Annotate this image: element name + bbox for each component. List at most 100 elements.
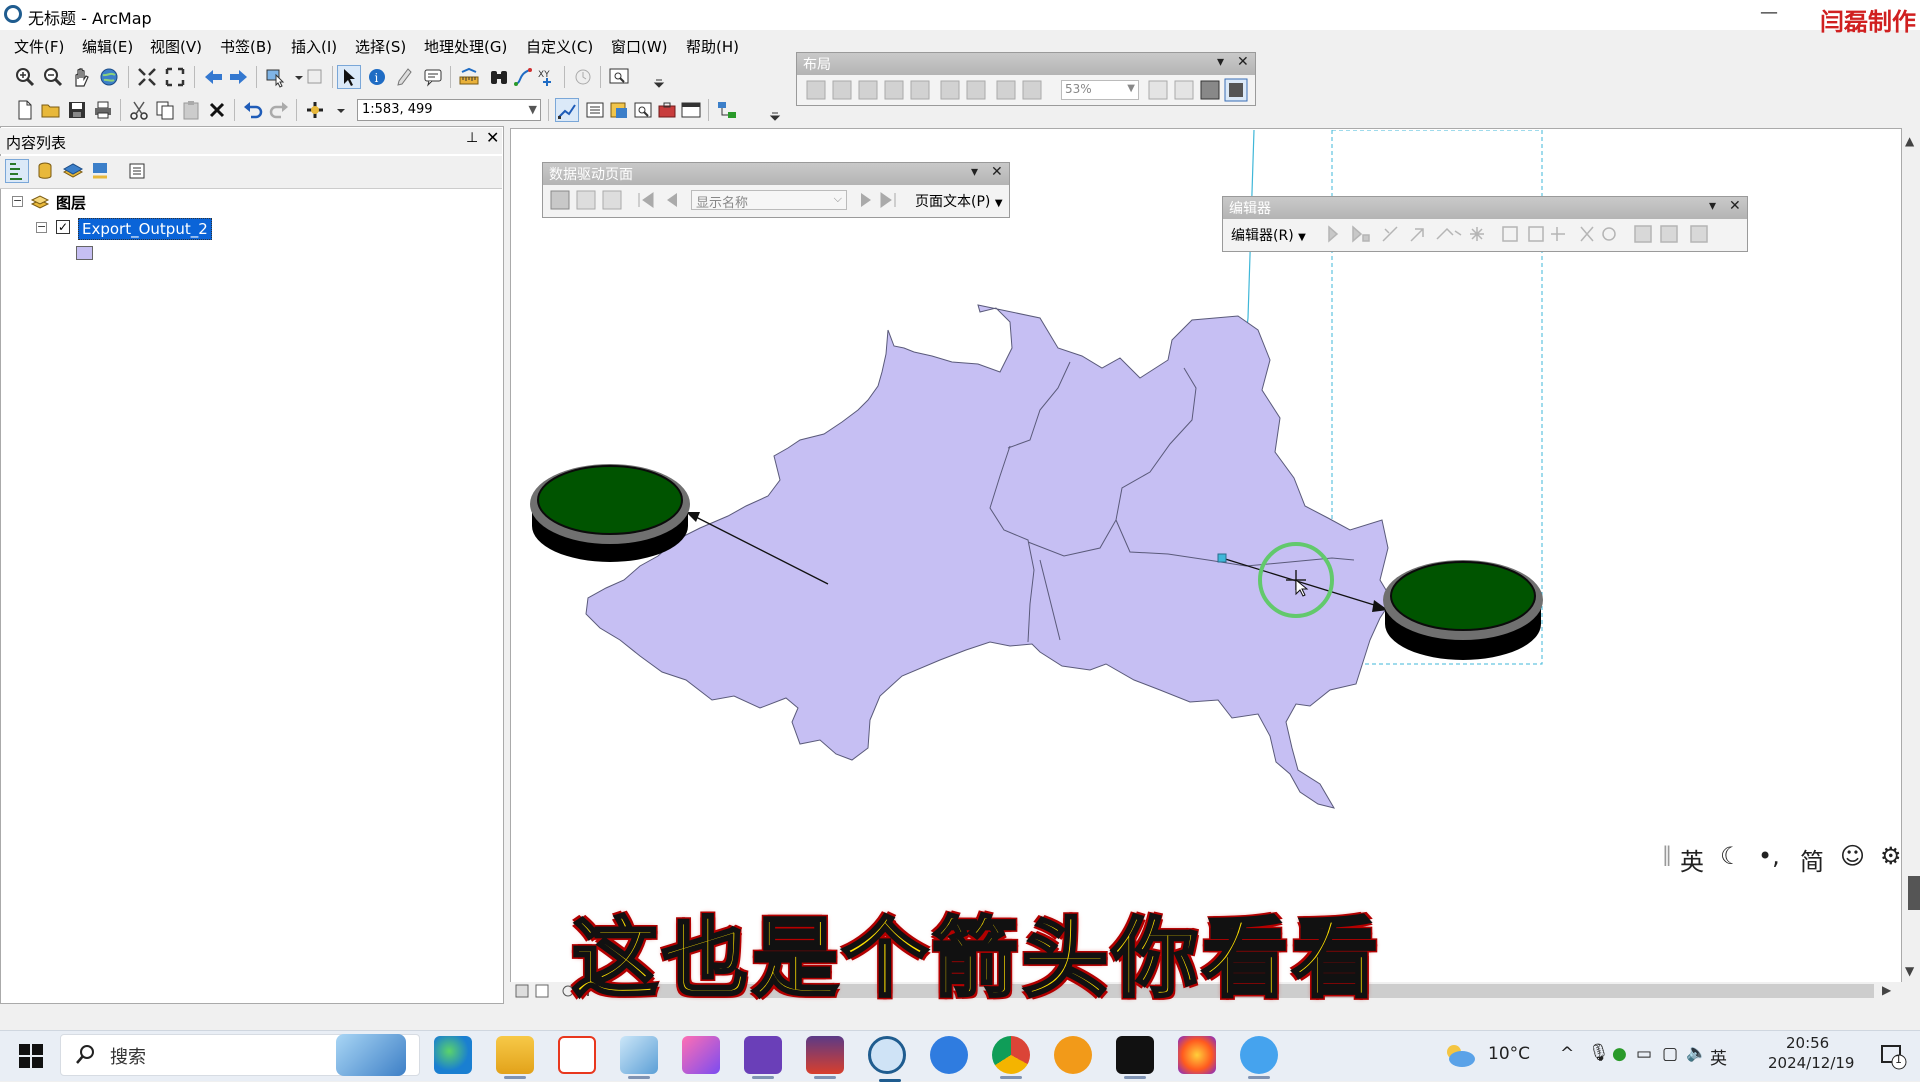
cut-icon[interactable]	[128, 99, 150, 121]
identify-icon[interactable]: i	[366, 66, 388, 88]
menu-insert[interactable]: 插入(I)	[291, 36, 337, 57]
map-scale-combo[interactable]: 1:583, 499 ▼	[357, 99, 541, 121]
notepad-app-icon[interactable]	[620, 1036, 658, 1079]
catalog-icon[interactable]	[608, 99, 630, 121]
wps-office-icon[interactable]	[558, 1036, 596, 1074]
ddp-nav-tools[interactable]	[547, 187, 687, 213]
python-window-icon[interactable]	[680, 99, 702, 121]
paste-icon[interactable]	[180, 99, 202, 121]
print-icon[interactable]	[92, 99, 114, 121]
copy-icon[interactable]	[154, 99, 176, 121]
clock-date[interactable]: 2024/12/19	[1768, 1054, 1854, 1072]
toolbar-overflow-icon-2[interactable]	[764, 99, 781, 121]
measure-icon[interactable]	[458, 66, 480, 88]
menu-customize[interactable]: 自定义(C)	[526, 36, 593, 57]
ime-drag-handle[interactable]: ‖	[1662, 842, 1672, 866]
list-by-drawing-order-icon[interactable]	[5, 159, 29, 183]
back-extent-icon[interactable]	[202, 66, 224, 88]
close-icon[interactable]: ✕	[1237, 54, 1249, 70]
punctuation-icon[interactable]: •,	[1758, 842, 1780, 870]
menu-edit[interactable]: 编辑(E)	[82, 36, 133, 57]
layers-root-label[interactable]: 图层	[56, 192, 86, 213]
moon-icon[interactable]: ☾	[1720, 842, 1742, 870]
menu-file[interactable]: 文件(F)	[14, 36, 64, 57]
add-data-icon[interactable]	[304, 99, 326, 121]
search-highlight-image[interactable]	[336, 1034, 406, 1076]
menu-geoprocessing[interactable]: 地理处理(G)	[424, 36, 507, 57]
arcmap-taskbar-icon[interactable]	[868, 1036, 906, 1082]
volume-icon[interactable]: 🔈	[1686, 1043, 1707, 1063]
new-document-icon[interactable]	[14, 99, 36, 121]
security-tray-icon[interactable]: ●	[1612, 1044, 1627, 1064]
html-popup-icon[interactable]	[422, 66, 444, 88]
model-builder-icon[interactable]	[716, 99, 738, 121]
pin-icon[interactable]: ⊥	[466, 130, 478, 146]
collapse-layer-toggle[interactable]: −	[36, 221, 47, 233]
menu-help[interactable]: 帮助(H)	[686, 36, 739, 57]
vertical-scroll-thumb[interactable]	[1908, 876, 1920, 910]
edge-browser-icon[interactable]	[434, 1036, 472, 1074]
go-to-xy-icon[interactable]: XY	[536, 66, 558, 88]
visual-studio-icon[interactable]	[744, 1036, 782, 1079]
battery-icon[interactable]: ▭	[1636, 1044, 1652, 1064]
scroll-up-icon[interactable]: ▲	[1905, 134, 1914, 148]
redo-icon[interactable]	[268, 99, 290, 121]
menu-selection[interactable]: 选择(S)	[355, 36, 406, 57]
ddp-next-tools[interactable]	[853, 187, 901, 213]
table-of-contents-icon[interactable]	[584, 99, 606, 121]
save-icon[interactable]	[66, 99, 88, 121]
arctoolbox-icon[interactable]	[656, 99, 678, 121]
zoom-in-icon[interactable]	[14, 66, 36, 88]
find-route-icon[interactable]	[512, 66, 534, 88]
chevron-down-icon[interactable]: ▼	[1127, 83, 1135, 94]
collapse-layers-toggle[interactable]: −	[12, 195, 23, 207]
scroll-right-icon[interactable]: ▶	[1882, 983, 1891, 997]
minimize-button[interactable]: —	[1760, 2, 1778, 23]
settings-gear-icon[interactable]: ⚙	[1880, 842, 1902, 870]
ime-language[interactable]: 英	[1680, 842, 1704, 877]
full-extent-icon[interactable]	[98, 66, 120, 88]
close-icon[interactable]: ✕	[1729, 198, 1741, 214]
show-hidden-icons-chevron-icon[interactable]: ^	[1560, 1044, 1574, 1064]
close-icon[interactable]: ✕	[991, 164, 1003, 180]
editor-tools-row[interactable]	[1319, 221, 1743, 247]
search-tool-icon[interactable]	[1054, 1036, 1092, 1074]
forward-extent-icon[interactable]	[228, 66, 250, 88]
emoji-icon[interactable]: ☺	[1840, 842, 1865, 870]
hyperlink-icon[interactable]	[394, 66, 416, 88]
file-explorer-icon[interactable]	[496, 1036, 534, 1079]
menu-bookmarks[interactable]: 书签(B)	[220, 36, 272, 57]
cylinder-marker-right[interactable]	[1383, 560, 1543, 660]
clear-selection-icon[interactable]	[304, 66, 326, 88]
undo-icon[interactable]	[242, 99, 264, 121]
search-window-icon[interactable]	[632, 99, 654, 121]
delete-icon[interactable]	[206, 99, 228, 121]
layout-toolbar-titlebar[interactable]: 布局 ▾ ✕	[797, 53, 1255, 75]
input-language-indicator[interactable]: 英	[1710, 1044, 1727, 1069]
list-by-source-icon[interactable]	[34, 160, 56, 182]
select-elements-icon[interactable]	[337, 65, 361, 89]
editor-toolbar-titlebar[interactable]: 编辑器 ▾ ✕	[1223, 197, 1747, 219]
open-icon[interactable]	[40, 99, 62, 121]
microphone-icon[interactable]: 🎙	[1588, 1043, 1610, 1063]
ddp-page-name-combo[interactable]: 显示名称 ⌵	[691, 190, 847, 211]
capcut-icon[interactable]	[1116, 1036, 1154, 1079]
windows-start-icon[interactable]	[18, 1043, 44, 1069]
editor-menu[interactable]: 编辑器(R) ▼	[1231, 225, 1306, 245]
find-icon[interactable]	[488, 66, 510, 88]
select-dropdown-icon[interactable]	[288, 66, 303, 88]
select-features-icon[interactable]	[264, 66, 286, 88]
layout-zoom-combo[interactable]: 53% ▼	[1061, 80, 1139, 100]
chevron-down-icon[interactable]: ⌵	[834, 192, 842, 206]
list-by-selection-icon[interactable]	[90, 160, 112, 182]
add-data-dropdown-icon[interactable]	[330, 99, 345, 121]
ime-script-mode[interactable]: 简	[1800, 842, 1824, 877]
options-icon[interactable]	[126, 160, 148, 182]
zoom-out-icon[interactable]	[42, 66, 64, 88]
time-slider-icon[interactable]	[572, 66, 594, 88]
editor-toolbar-toggle-icon[interactable]	[555, 98, 579, 122]
toolbar-menu-icon[interactable]: ▾	[1709, 198, 1716, 214]
layer-symbol-swatch[interactable]	[76, 246, 93, 260]
chrome-icon[interactable]	[992, 1036, 1030, 1079]
fixed-zoom-in-icon[interactable]	[136, 66, 158, 88]
